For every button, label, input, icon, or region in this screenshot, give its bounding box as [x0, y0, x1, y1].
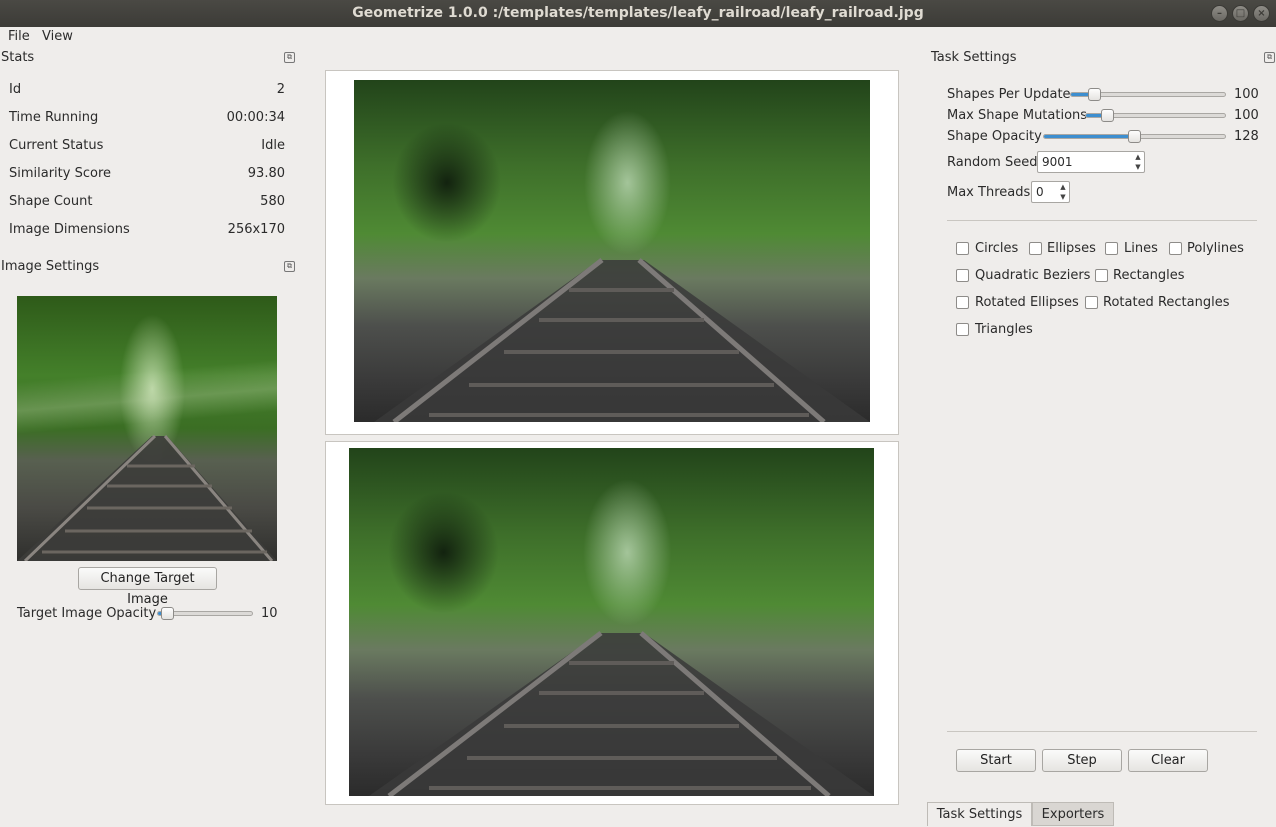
menu-bar: File View	[0, 27, 1276, 48]
target-image-thumbnail	[17, 296, 277, 561]
max-shape-mutations-label: Max Shape Mutations	[947, 108, 1088, 123]
close-button[interactable]: ×	[1253, 5, 1270, 22]
target-opacity-value: 10	[261, 606, 278, 621]
rotated-ellipses-label[interactable]: Rotated Ellipses	[975, 295, 1079, 310]
max-shape-mutations-slider[interactable]	[1085, 109, 1226, 122]
stat-value-time-running: 00:00:34	[226, 110, 285, 125]
railroad-track-graphic	[17, 434, 277, 561]
max-threads-value: 0	[1036, 185, 1044, 199]
menu-file[interactable]: File	[8, 29, 30, 44]
stat-label-similarity-score: Similarity Score	[9, 166, 112, 181]
minimize-button[interactable]: –	[1211, 5, 1228, 22]
stat-label-time-running: Time Running	[9, 110, 99, 125]
tab-exporters[interactable]: Exporters	[1032, 802, 1114, 826]
start-button[interactable]: Start	[956, 749, 1036, 772]
chevron-up-icon[interactable]: ▲	[1132, 152, 1144, 162]
image-settings-float-icon[interactable]: ⧉	[284, 261, 295, 272]
maximize-button[interactable]: □	[1232, 5, 1249, 22]
max-threads-stepper[interactable]: ▲ ▼	[1057, 182, 1069, 202]
settings-divider	[947, 220, 1257, 221]
rotated-rectangles-checkbox[interactable]	[1085, 296, 1098, 309]
max-threads-spinbox[interactable]: 0 ▲ ▼	[1031, 181, 1070, 203]
target-opacity-slider-handle[interactable]	[161, 607, 174, 620]
shape-opacity-slider-handle[interactable]	[1128, 130, 1141, 143]
shape-opacity-slider-fill	[1044, 135, 1134, 138]
lines-label[interactable]: Lines	[1124, 241, 1158, 256]
rectangles-checkbox[interactable]	[1095, 269, 1108, 282]
target-canvas-image	[354, 80, 870, 422]
shapes-per-update-value: 100	[1234, 87, 1259, 102]
stats-dock-title: Stats	[1, 50, 35, 65]
stats-float-icon[interactable]: ⧉	[284, 52, 295, 63]
random-seed-spinbox[interactable]: 9001 ▲ ▼	[1037, 151, 1145, 173]
stat-label-id: Id	[9, 82, 22, 97]
stat-value-id: 2	[276, 82, 285, 97]
actions-divider	[947, 731, 1257, 732]
shape-opacity-label: Shape Opacity	[947, 129, 1042, 144]
stat-value-shape-count: 580	[260, 194, 285, 209]
max-threads-label: Max Threads	[947, 185, 1031, 200]
current-canvas-image	[349, 448, 874, 796]
target-canvas-tracks	[374, 258, 870, 422]
max-shape-mutations-value: 100	[1234, 108, 1259, 123]
target-opacity-slider[interactable]	[157, 607, 253, 620]
step-button[interactable]: Step	[1042, 749, 1122, 772]
current-canvas-tracks	[369, 631, 874, 796]
chevron-down-icon[interactable]: ▼	[1132, 162, 1144, 172]
circles-checkbox[interactable]	[956, 242, 969, 255]
random-seed-label: Random Seed	[947, 155, 1038, 170]
random-seed-value: 9001	[1042, 155, 1073, 169]
stat-label-current-status: Current Status	[9, 138, 104, 153]
shape-opacity-slider[interactable]	[1043, 130, 1226, 143]
shape-opacity-value: 128	[1234, 129, 1259, 144]
circles-label[interactable]: Circles	[975, 241, 1018, 256]
window-controls: – □ ×	[1211, 5, 1270, 22]
current-canvas-frame	[325, 441, 899, 805]
chevron-down-icon[interactable]: ▼	[1057, 192, 1069, 202]
target-canvas-frame	[325, 70, 899, 435]
window-title: Geometrize 1.0.0 :/templates/templates/l…	[352, 5, 924, 21]
polylines-checkbox[interactable]	[1169, 242, 1182, 255]
change-target-image-button[interactable]: Change Target Image	[78, 567, 217, 607]
shapes-per-update-label: Shapes Per Update	[947, 87, 1071, 102]
shapes-per-update-slider[interactable]	[1070, 88, 1226, 101]
ellipses-label[interactable]: Ellipses	[1047, 241, 1096, 256]
rotated-rectangles-label[interactable]: Rotated Rectangles	[1103, 295, 1229, 310]
stat-label-shape-count: Shape Count	[9, 194, 93, 209]
triangles-checkbox[interactable]	[956, 323, 969, 336]
stat-value-current-status: Idle	[261, 138, 285, 153]
rectangles-label[interactable]: Rectangles	[1113, 268, 1185, 283]
shapes-per-update-slider-handle[interactable]	[1088, 88, 1101, 101]
clear-button[interactable]: Clear	[1128, 749, 1208, 772]
stat-value-image-dimensions: 256x170	[227, 222, 285, 237]
quadratic-beziers-checkbox[interactable]	[956, 269, 969, 282]
chevron-up-icon[interactable]: ▲	[1057, 182, 1069, 192]
task-settings-float-icon[interactable]: ⧉	[1264, 52, 1275, 63]
max-shape-mutations-slider-handle[interactable]	[1101, 109, 1114, 122]
window-titlebar: Geometrize 1.0.0 :/templates/templates/l…	[0, 0, 1276, 27]
task-settings-dock-title: Task Settings	[931, 50, 1017, 65]
ellipses-checkbox[interactable]	[1029, 242, 1042, 255]
tab-task-settings[interactable]: Task Settings	[927, 802, 1032, 826]
image-settings-dock-title: Image Settings	[1, 259, 100, 274]
random-seed-stepper[interactable]: ▲ ▼	[1132, 152, 1144, 172]
stat-value-similarity-score: 93.80	[247, 166, 285, 181]
triangles-label[interactable]: Triangles	[975, 322, 1033, 337]
lines-checkbox[interactable]	[1105, 242, 1118, 255]
stat-label-image-dimensions: Image Dimensions	[9, 222, 130, 237]
quadratic-beziers-label[interactable]: Quadratic Beziers	[975, 268, 1090, 283]
target-opacity-label: Target Image Opacity	[17, 606, 157, 621]
polylines-label[interactable]: Polylines	[1187, 241, 1244, 256]
menu-view[interactable]: View	[42, 29, 73, 44]
rotated-ellipses-checkbox[interactable]	[956, 296, 969, 309]
